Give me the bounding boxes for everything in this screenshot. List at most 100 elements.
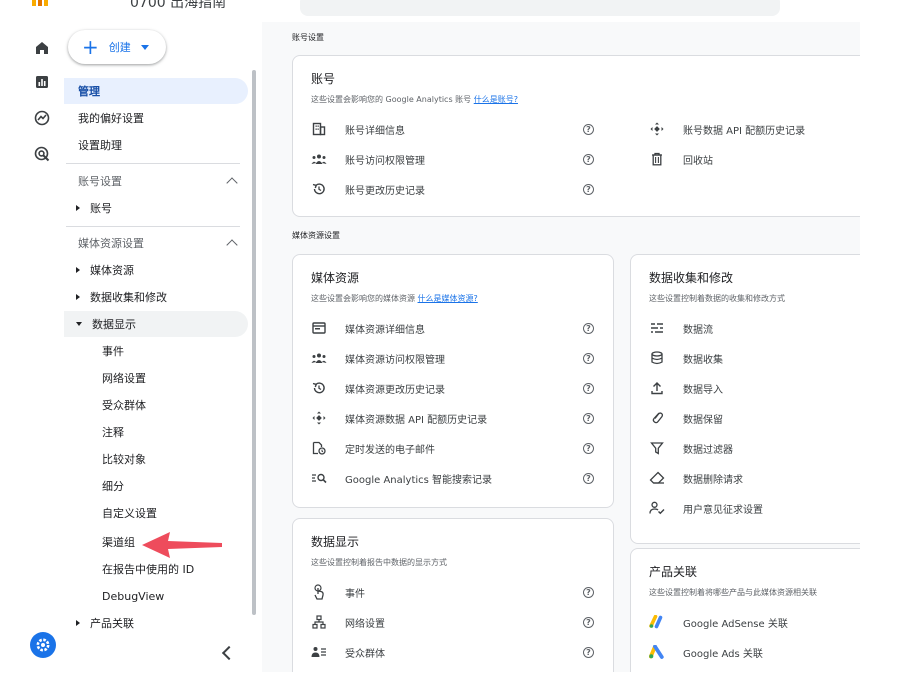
row-label: 回收站 xyxy=(683,155,713,167)
row-label: 数据流 xyxy=(683,324,713,336)
advertising-icon[interactable] xyxy=(32,144,52,164)
row-label: 账号数据 API 配额历史记录 xyxy=(683,125,806,137)
nav-item-data-collection[interactable]: 数据收集和修改 xyxy=(64,284,248,310)
row-label: 数据删除请求 xyxy=(683,474,743,486)
account-settings-heading: 账号设置 xyxy=(292,33,324,42)
help-icon[interactable]: ? xyxy=(583,353,594,364)
nav-subitem-events[interactable]: 事件 xyxy=(64,338,248,364)
adsense-links-row[interactable]: Google AdSense 关联 xyxy=(649,611,788,633)
property-history-row[interactable]: 媒体资源更改历史记录 xyxy=(311,377,445,399)
help-icon[interactable]: ? xyxy=(583,323,594,334)
nav-item-label: DebugView xyxy=(102,589,165,603)
reports-icon[interactable] xyxy=(32,72,52,92)
data-deletion-row[interactable]: 数据删除请求 xyxy=(649,467,743,489)
data-filters-row[interactable]: 数据过滤器 xyxy=(649,437,733,459)
property-settings-section[interactable]: 媒体资源设置 xyxy=(64,230,248,256)
help-icon[interactable]: ? xyxy=(583,184,594,195)
collapse-triangle-icon xyxy=(76,322,82,326)
touch-icon xyxy=(311,584,327,600)
nav-divider xyxy=(66,226,240,227)
eraser-icon xyxy=(649,470,665,486)
red-annotation-arrow-icon xyxy=(142,532,222,558)
building-icon xyxy=(311,121,327,137)
account-access-row[interactable]: 账号访问权限管理 xyxy=(311,148,425,170)
card-title: 账号 xyxy=(311,72,336,86)
nav-scrollbar[interactable] xyxy=(252,70,256,615)
nav-divider xyxy=(66,163,240,164)
account-api-quota-row[interactable]: 账号数据 API 配额历史记录 xyxy=(649,118,805,140)
row-label: 数据导入 xyxy=(683,384,723,396)
what-is-property-link[interactable]: 什么是媒体资源? xyxy=(418,294,478,303)
what-is-account-link[interactable]: 什么是账号? xyxy=(474,95,518,104)
admin-gear-icon[interactable] xyxy=(30,632,56,658)
account-details-row[interactable]: 账号详细信息 xyxy=(311,118,405,140)
help-icon[interactable]: ? xyxy=(583,587,594,598)
filter-icon xyxy=(649,440,665,456)
property-title[interactable]: 0700 出海指南 xyxy=(130,0,226,12)
data-streams-row[interactable]: 数据流 xyxy=(649,317,713,339)
account-history-row[interactable]: 账号更改历史记录 xyxy=(311,178,425,200)
card-title: 数据显示 xyxy=(311,535,360,549)
property-access-row[interactable]: 媒体资源访问权限管理 xyxy=(311,347,445,369)
nav-subitem-network-settings[interactable]: 网络设置 xyxy=(64,365,248,391)
property-details-row[interactable]: 媒体资源详细信息 xyxy=(311,317,425,339)
row-label: 数据过滤器 xyxy=(683,444,733,456)
property-card: 媒体资源 这些设置会影响您的媒体资源 什么是媒体资源? 媒体资源详细信息 ? 媒… xyxy=(292,254,614,508)
scheduled-emails-row[interactable]: 定时发送的电子邮件 xyxy=(311,437,435,459)
row-label: 账号详细信息 xyxy=(345,125,405,137)
nav-item-label: 受众群体 xyxy=(102,399,146,412)
nav-subitem-debugview[interactable]: DebugView xyxy=(64,583,248,609)
expand-triangle-icon xyxy=(76,294,80,300)
nav-item-account[interactable]: 账号 xyxy=(64,195,248,221)
card-title: 媒体资源 xyxy=(311,271,360,285)
nav-subitem-custom-definitions[interactable]: 自定义设置 xyxy=(64,500,248,526)
nav-item-property[interactable]: 媒体资源 xyxy=(64,257,248,283)
home-icon[interactable] xyxy=(32,38,52,58)
nav-subitem-annotations[interactable]: 注释 xyxy=(64,419,248,445)
card-description-text: 这些设置会影响您的 Google Analytics 账号 xyxy=(311,95,472,104)
data-import-row[interactable]: 数据导入 xyxy=(649,377,723,399)
caret-down-icon xyxy=(140,44,149,50)
help-icon[interactable]: ? xyxy=(583,383,594,394)
nav-item-product-links[interactable]: 产品关联 xyxy=(64,610,248,636)
trash-row[interactable]: 回收站 xyxy=(649,148,713,170)
nav-item-admin[interactable]: 管理 xyxy=(64,78,248,104)
explore-icon[interactable] xyxy=(32,108,52,128)
help-icon[interactable]: ? xyxy=(583,124,594,135)
data-retention-row[interactable]: 数据保留 xyxy=(649,407,723,429)
nav-subitem-segments[interactable]: 细分 xyxy=(64,473,248,499)
help-icon[interactable]: ? xyxy=(583,473,594,484)
nav-item-label: 数据显示 xyxy=(92,318,136,331)
audiences-row[interactable]: 受众群体 xyxy=(311,641,385,663)
data-collection-row[interactable]: 数据收集 xyxy=(649,347,723,369)
nav-item-label: 细分 xyxy=(102,480,124,493)
help-icon[interactable]: ? xyxy=(583,617,594,628)
search-bar[interactable] xyxy=(300,0,780,16)
row-label: 网络设置 xyxy=(345,618,385,630)
nav-item-label: 自定义设置 xyxy=(102,507,157,520)
section-label: 账号设置 xyxy=(78,175,122,188)
row-label: 媒体资源访问权限管理 xyxy=(345,354,445,366)
network-settings-row[interactable]: 网络设置 xyxy=(311,611,385,633)
nav-subitem-comparisons[interactable]: 比较对象 xyxy=(64,446,248,472)
help-icon[interactable]: ? xyxy=(583,413,594,424)
nav-item-preferences[interactable]: 我的偏好设置 xyxy=(64,105,248,131)
help-icon[interactable]: ? xyxy=(583,647,594,658)
events-row[interactable]: 事件 xyxy=(311,581,365,603)
nav-item-data-display[interactable]: 数据显示 xyxy=(64,311,248,337)
help-icon[interactable]: ? xyxy=(583,443,594,454)
nav-item-setup-assistant[interactable]: 设置助理 xyxy=(64,132,248,158)
property-api-quota-row[interactable]: 媒体资源数据 API 配额历史记录 xyxy=(311,407,487,429)
scheduled-email-icon xyxy=(311,440,327,456)
search-history-row[interactable]: Google Analytics 智能搜索记录 xyxy=(311,467,492,489)
card-description: 这些设置会影响您的 Google Analytics 账号 什么是账号? xyxy=(311,94,518,105)
consent-settings-row[interactable]: 用户意见征求设置 xyxy=(649,497,763,519)
create-button[interactable]: + 创建 xyxy=(68,30,166,64)
settings-content: 账号设置 账号 这些设置会影响您的 Google Analytics 账号 什么… xyxy=(262,22,924,672)
network-icon xyxy=(311,614,327,630)
help-icon[interactable]: ? xyxy=(583,154,594,165)
nav-subitem-audiences[interactable]: 受众群体 xyxy=(64,392,248,418)
section-label: 媒体资源设置 xyxy=(78,237,144,250)
account-settings-section[interactable]: 账号设置 xyxy=(64,168,248,194)
google-ads-links-row[interactable]: Google Ads 关联 xyxy=(649,641,763,663)
